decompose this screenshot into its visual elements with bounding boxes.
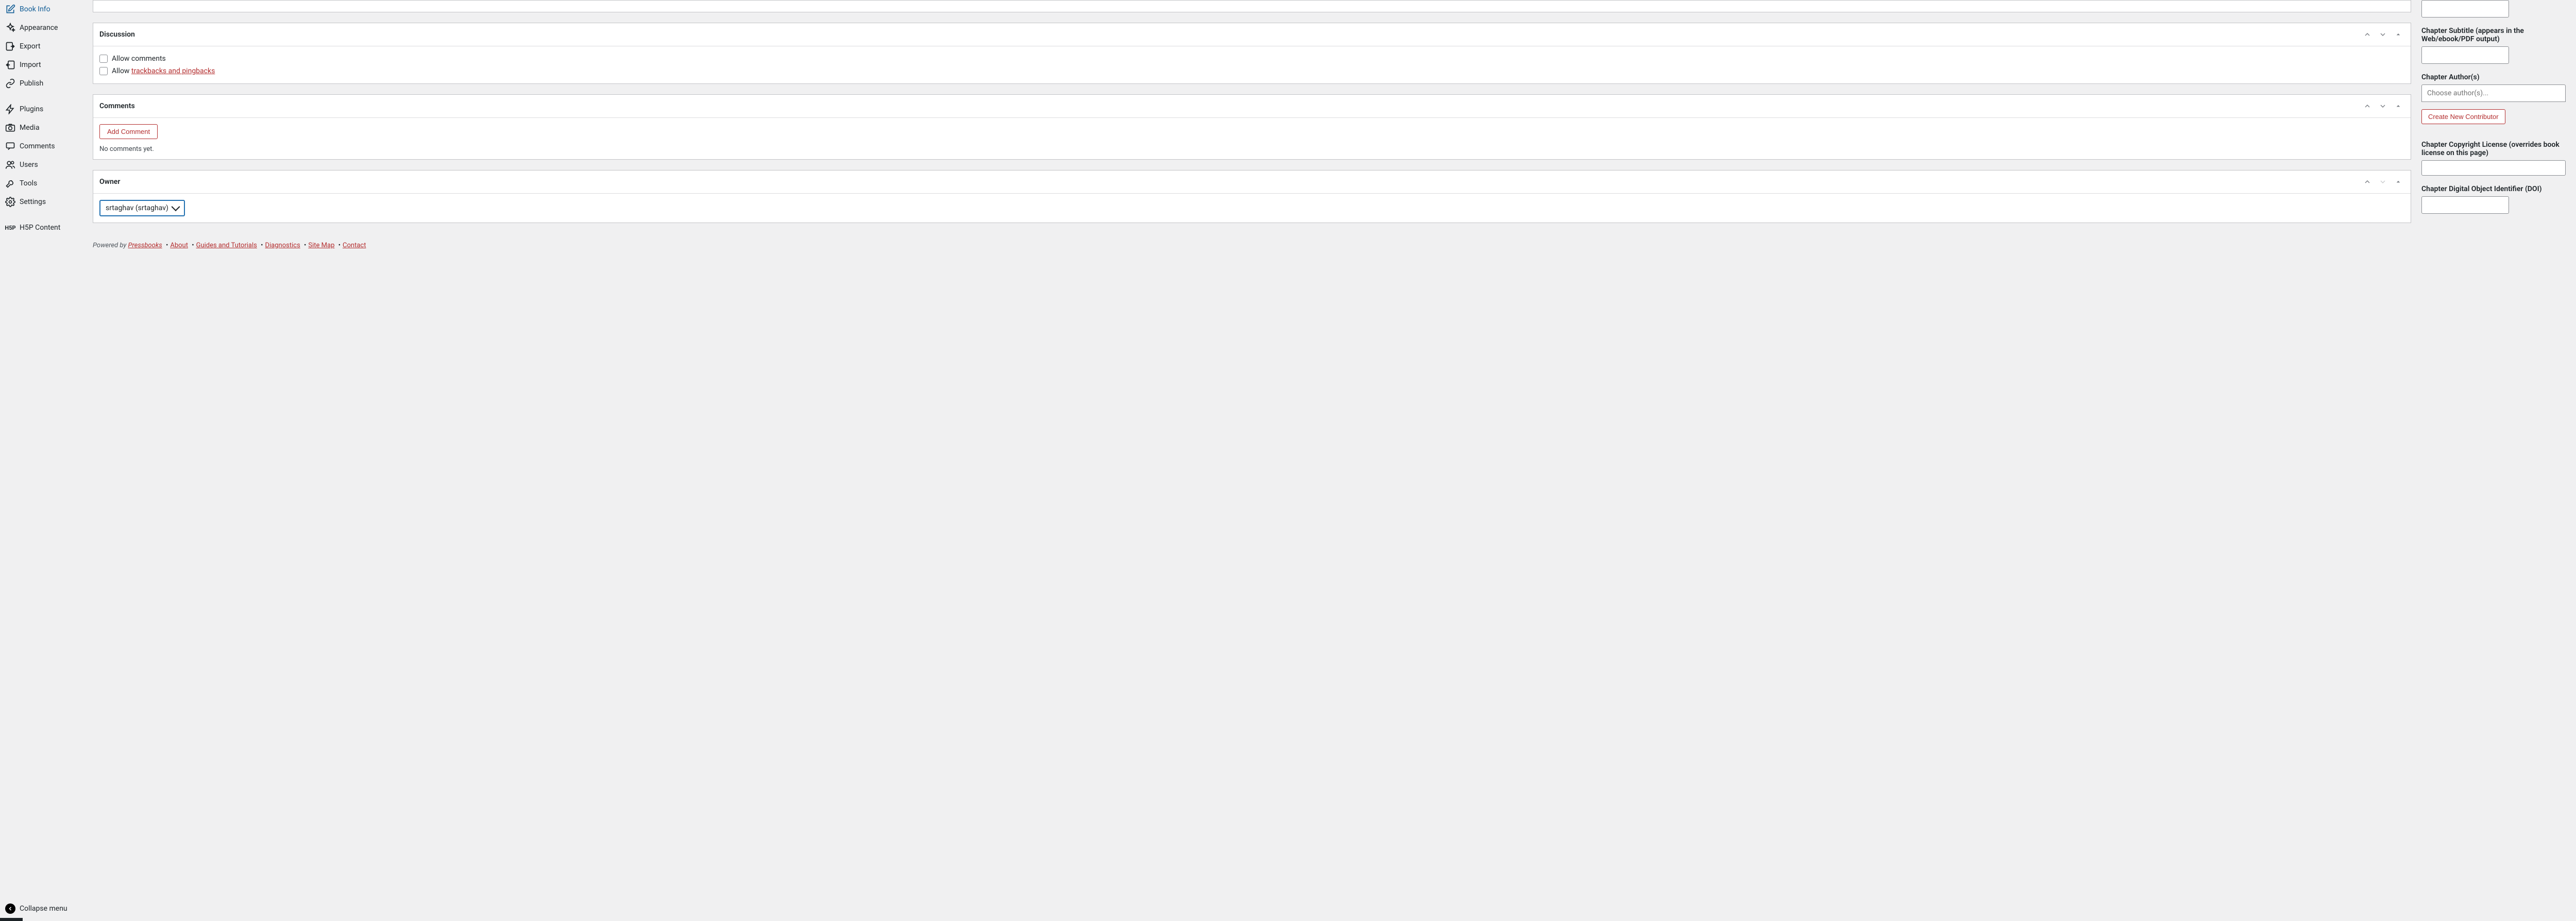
sidebar-item-label: H5P Content: [20, 224, 60, 232]
sidebar-item-publish[interactable]: Publish: [0, 74, 82, 93]
panel-comments-body: Add Comment No comments yet.: [93, 118, 2411, 159]
sidebar-item-settings[interactable]: Settings: [0, 193, 82, 211]
wrench-icon: [5, 178, 15, 189]
contact-link[interactable]: Contact: [343, 242, 366, 249]
allow-comments-checkbox[interactable]: [99, 55, 108, 63]
chapter-authors-label: Chapter Author(s): [2421, 73, 2566, 81]
chapter-copyright-select[interactable]: [2421, 160, 2566, 176]
sidebar-item-export[interactable]: Export: [0, 37, 82, 56]
move-down-icon: [2377, 176, 2389, 188]
no-comments-text: No comments yet.: [99, 145, 2404, 153]
sidebar-item-media[interactable]: Media: [0, 118, 82, 137]
bottom-dark-strip: [0, 918, 23, 921]
collapse-icon: [5, 903, 15, 914]
panel-comments-title: Comments: [99, 102, 2361, 110]
panel-owner-header: Owner: [93, 170, 2411, 194]
chapter-subtitle-label: Chapter Subtitle (appears in the Web/ebo…: [2421, 27, 2566, 43]
sitemap-link[interactable]: Site Map: [308, 242, 334, 249]
sidebar-item-plugins[interactable]: Plugins: [0, 100, 82, 118]
sidebar-item-label: Tools: [20, 179, 37, 187]
sidebar-item-label: Media: [20, 124, 40, 132]
owner-selected-value: srtaghav (srtaghav): [106, 204, 168, 212]
main-content: Discussion Allow comments Allow trackbac…: [82, 0, 2421, 921]
sidebar-item-label: Book Info: [20, 5, 50, 13]
edit-icon: [5, 4, 15, 14]
panel-discussion-body: Allow comments Allow trackbacks and ping…: [93, 46, 2411, 83]
create-contributor-button[interactable]: Create New Contributor: [2421, 109, 2505, 124]
panel-comments-header: Comments: [93, 95, 2411, 118]
sidebar-item-label: Export: [20, 42, 40, 50]
sidebar-item-label: Plugins: [20, 105, 43, 113]
h5p-icon: H5P: [5, 223, 15, 233]
pressbooks-link[interactable]: Pressbooks: [128, 242, 162, 249]
toggle-panel-icon[interactable]: [2392, 100, 2404, 112]
chapter-copyright-label: Chapter Copyright License (overrides boo…: [2421, 141, 2566, 157]
import-icon: [5, 60, 15, 70]
chapter-doi-input[interactable]: [2421, 196, 2509, 214]
sidebar-item-appearance[interactable]: Appearance: [0, 19, 82, 37]
add-comment-button[interactable]: Add Comment: [99, 124, 158, 139]
powered-by-text: Powered by: [93, 242, 128, 249]
allow-trackbacks-prefix: Allow: [112, 67, 131, 75]
panel-discussion-controls: [2361, 28, 2404, 41]
sidebar-item-h5p[interactable]: H5P H5P Content: [0, 218, 82, 237]
move-up-icon[interactable]: [2361, 28, 2374, 41]
panel-owner-controls: [2361, 176, 2404, 188]
sidebar-item-label: Comments: [20, 142, 55, 150]
sidebar-item-label: Import: [20, 61, 41, 69]
collapse-menu-button[interactable]: Collapse menu: [0, 899, 82, 918]
move-up-icon[interactable]: [2361, 176, 2374, 188]
chapter-authors-placeholder: Choose author(s)...: [2427, 89, 2488, 97]
link-icon: [5, 78, 15, 89]
admin-sidebar: Book Info Appearance Export Import Publi…: [0, 0, 82, 921]
sidebar-item-import[interactable]: Import: [0, 56, 82, 74]
trackbacks-link[interactable]: trackbacks and pingbacks: [131, 67, 215, 75]
sidebar-item-book-info[interactable]: Book Info: [0, 0, 82, 19]
diagnostics-link[interactable]: Diagnostics: [265, 242, 300, 249]
panel-discussion: Discussion Allow comments Allow trackbac…: [93, 23, 2411, 84]
panel-owner-title: Owner: [99, 178, 2361, 186]
move-down-icon[interactable]: [2377, 28, 2389, 41]
comment-icon: [5, 141, 15, 151]
panel-owner: Owner srtaghav (srtaghav): [93, 170, 2411, 223]
sidebar-item-users[interactable]: Users: [0, 156, 82, 174]
export-icon: [5, 41, 15, 52]
gear-icon: [5, 197, 15, 207]
sparkle-icon: [5, 23, 15, 33]
move-up-icon[interactable]: [2361, 100, 2374, 112]
toggle-panel-icon[interactable]: [2392, 176, 2404, 188]
panel-owner-body: srtaghav (srtaghav): [93, 194, 2411, 223]
collapse-label: Collapse menu: [20, 905, 67, 913]
panel-comments-controls: [2361, 100, 2404, 112]
page-footer: Powered by Pressbooks •About •Guides and…: [93, 233, 2411, 260]
right-sidebar: Chapter Subtitle (appears in the Web/ebo…: [2421, 0, 2576, 921]
sidebar-item-label: Settings: [20, 198, 46, 206]
chapter-subtitle-input[interactable]: [2421, 46, 2509, 64]
chapter-doi-label: Chapter Digital Object Identifier (DOI): [2421, 185, 2566, 193]
allow-trackbacks-label: Allow trackbacks and pingbacks: [112, 67, 215, 75]
camera-icon: [5, 123, 15, 133]
guides-link[interactable]: Guides and Tutorials: [196, 242, 257, 249]
plug-icon: [5, 104, 15, 114]
users-icon: [5, 160, 15, 170]
move-down-icon[interactable]: [2377, 100, 2389, 112]
allow-comments-label: Allow comments: [112, 55, 166, 63]
sidebar-item-label: Publish: [20, 79, 43, 88]
sidebar-item-label: Users: [20, 161, 38, 169]
chapter-title-input[interactable]: [2421, 0, 2509, 18]
sidebar-item-tools[interactable]: Tools: [0, 174, 82, 193]
owner-select[interactable]: srtaghav (srtaghav): [99, 200, 185, 216]
toggle-panel-icon[interactable]: [2392, 28, 2404, 41]
panel-discussion-title: Discussion: [99, 30, 2361, 39]
about-link[interactable]: About: [170, 242, 188, 249]
panel-comments: Comments Add Comment No comments yet.: [93, 94, 2411, 160]
chapter-authors-combobox[interactable]: Choose author(s)...: [2421, 84, 2566, 102]
sidebar-item-comments[interactable]: Comments: [0, 137, 82, 156]
sidebar-item-label: Appearance: [20, 24, 58, 32]
panel-above-empty: [93, 0, 2411, 12]
panel-discussion-header: Discussion: [93, 23, 2411, 46]
allow-trackbacks-checkbox[interactable]: [99, 67, 108, 75]
